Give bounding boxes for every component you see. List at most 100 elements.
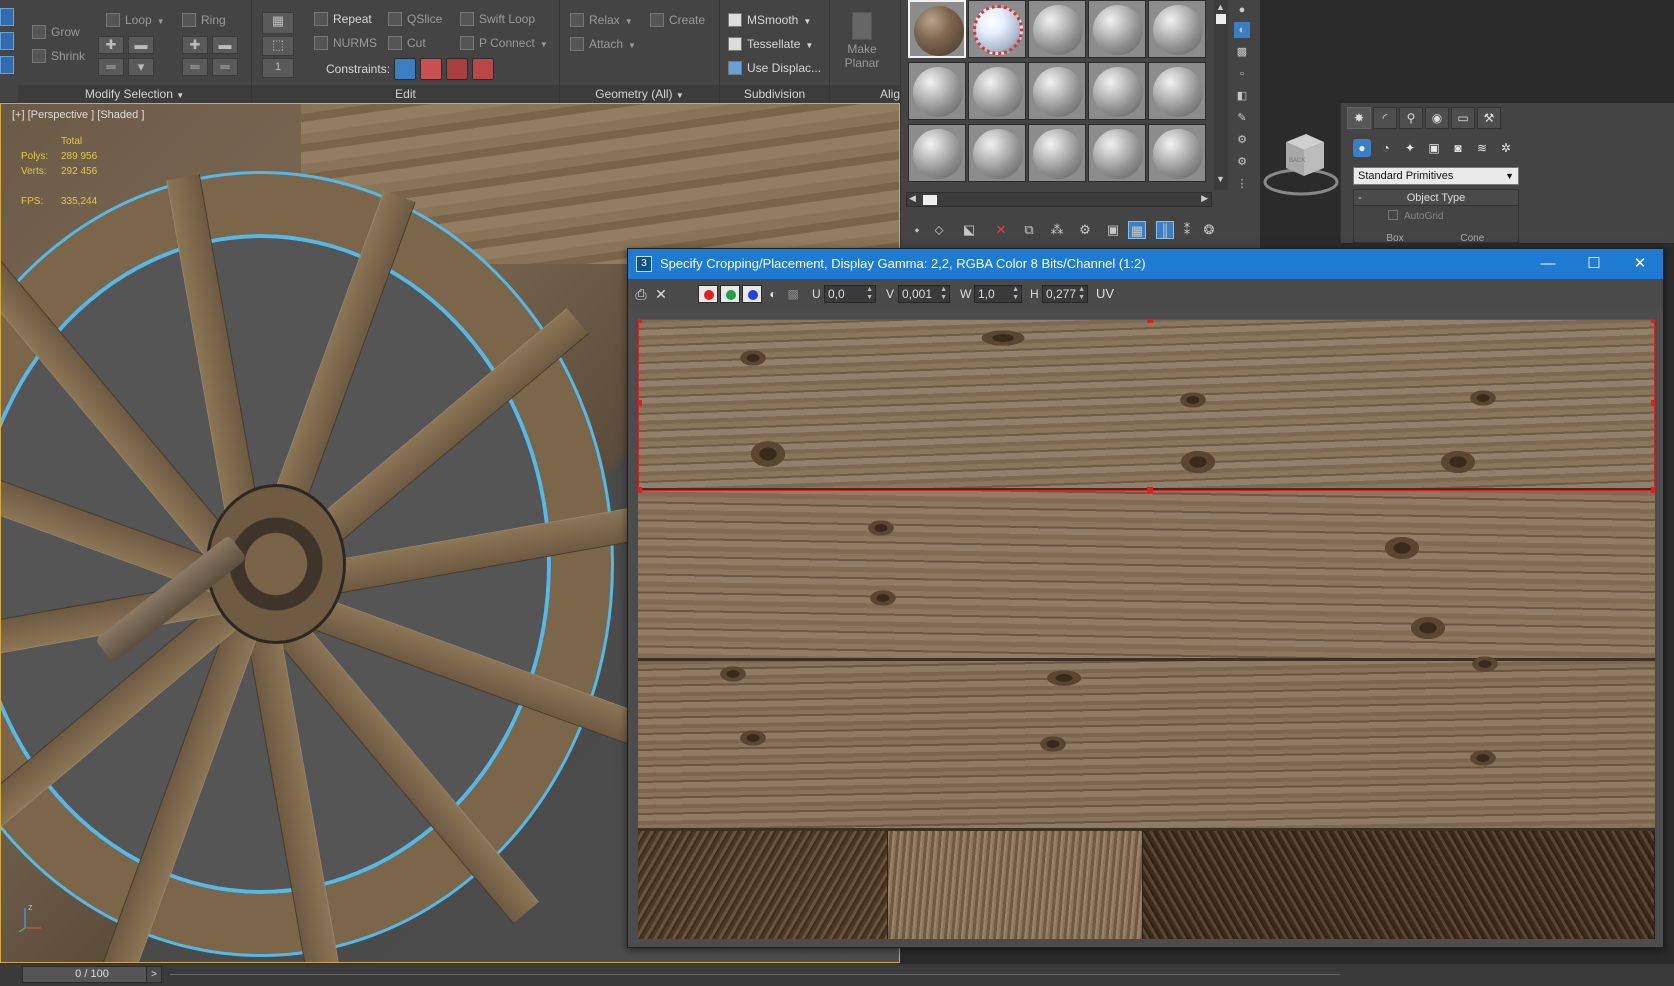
backlight-icon[interactable]: ◐ bbox=[1234, 22, 1250, 38]
slots-horizontal-scrollbar[interactable]: ◀ ▶ bbox=[906, 192, 1212, 207]
minimize-button[interactable]: — bbox=[1525, 249, 1571, 279]
chevron-down-icon[interactable]: ▼ bbox=[625, 17, 633, 26]
primitive-type-dropdown[interactable]: Standard Primitives ▼ bbox=[1353, 167, 1519, 185]
attach-button[interactable]: Attach ▼ bbox=[570, 34, 636, 54]
geometry-label[interactable]: Geometry (All) ▼ bbox=[560, 85, 719, 103]
ring-mode-button[interactable]: ═ bbox=[182, 58, 208, 76]
create-tab-icon[interactable]: ✸ bbox=[1347, 107, 1371, 129]
tessellate-button[interactable]: Tessellate ▼ bbox=[728, 34, 813, 54]
assign-material-icon[interactable]: ⬕ bbox=[960, 221, 978, 239]
show-end-result-icon[interactable]: ║ bbox=[1156, 221, 1174, 239]
scroll-up-icon[interactable]: ▲ bbox=[1216, 2, 1225, 12]
modify-tab-icon[interactable]: ◜ bbox=[1373, 107, 1397, 129]
edit-transform-button[interactable]: ⬚ bbox=[262, 36, 294, 56]
ring-shrink-button[interactable]: ▬ bbox=[212, 36, 238, 54]
sample-uv-tiling-icon[interactable]: ▫ bbox=[1234, 66, 1250, 82]
scroll-right-icon[interactable]: ▶ bbox=[1201, 193, 1208, 204]
p-connect-button[interactable]: P Connect ▼ bbox=[460, 33, 548, 53]
chevron-down-icon[interactable]: ▼ bbox=[157, 17, 165, 26]
repeat-button[interactable]: Repeat bbox=[314, 9, 372, 29]
copy-material-icon[interactable]: ⧉ bbox=[1020, 221, 1038, 239]
constraint-face-button[interactable] bbox=[446, 58, 468, 80]
autogrid-checkbox[interactable]: AutoGrid bbox=[1388, 210, 1518, 222]
chevron-down-icon[interactable]: ▼ bbox=[805, 41, 813, 50]
utilities-tab-icon[interactable]: ⚒ bbox=[1477, 107, 1501, 129]
green-channel-button[interactable] bbox=[720, 285, 740, 303]
motion-tab-icon[interactable]: ◉ bbox=[1425, 107, 1449, 129]
options-icon[interactable]: ⚙ bbox=[1234, 132, 1250, 148]
cut-button[interactable]: Cut bbox=[388, 33, 426, 53]
red-channel-button[interactable] bbox=[698, 285, 718, 303]
subdivision-label[interactable]: Subdivision bbox=[720, 85, 829, 103]
edit-label[interactable]: Edit bbox=[252, 85, 559, 103]
close-button[interactable]: ✕ bbox=[1617, 249, 1663, 279]
video-color-check-icon[interactable]: ◧ bbox=[1234, 88, 1250, 104]
cameras-icon[interactable]: ▣ bbox=[1425, 139, 1443, 157]
ring-options-button[interactable]: ═ bbox=[212, 58, 238, 76]
crop-handle[interactable] bbox=[638, 400, 642, 406]
crop-handle[interactable] bbox=[1651, 400, 1655, 406]
use-displace-button[interactable]: Use Displac... bbox=[728, 58, 821, 78]
crop-handle[interactable] bbox=[638, 487, 642, 493]
put-to-library-icon[interactable]: ⚙ bbox=[1076, 221, 1094, 239]
material-slot[interactable] bbox=[908, 62, 966, 120]
chevron-down-icon[interactable]: ▼ bbox=[803, 17, 811, 26]
space-warps-icon[interactable]: ≋ bbox=[1473, 139, 1491, 157]
sample-type-icon[interactable]: ● bbox=[1234, 2, 1250, 18]
shrink-button[interactable]: Shrink bbox=[32, 46, 85, 66]
h-spinner[interactable]: 0,277 ▲ ▼ bbox=[1042, 285, 1088, 303]
material-slot[interactable] bbox=[1088, 0, 1146, 58]
align-label[interactable]: Alig bbox=[830, 85, 900, 103]
save-image-icon[interactable]: ⎙ bbox=[632, 285, 650, 303]
chevron-down-icon[interactable]: ▼ bbox=[628, 41, 636, 50]
grow-button[interactable]: Grow bbox=[32, 22, 80, 42]
scroll-thumb[interactable] bbox=[1216, 14, 1226, 24]
scroll-left-icon[interactable]: ◀ bbox=[909, 193, 916, 204]
material-slot[interactable] bbox=[908, 124, 966, 182]
rotate-tool-icon[interactable] bbox=[0, 56, 14, 74]
scroll-thumb[interactable] bbox=[923, 195, 937, 205]
shapes-icon[interactable]: ◔ bbox=[1377, 139, 1395, 157]
create-button[interactable]: Create bbox=[650, 10, 705, 30]
loop-grow-button[interactable]: ✚ bbox=[98, 36, 124, 54]
w-spinner[interactable]: 1,0 ▲ ▼ bbox=[974, 285, 1022, 303]
helpers-icon[interactable]: ◙ bbox=[1449, 139, 1467, 157]
systems-icon[interactable]: ✲ bbox=[1497, 139, 1515, 157]
crop-handle[interactable] bbox=[1651, 487, 1655, 493]
material-slot[interactable] bbox=[968, 0, 1026, 58]
collapse-icon[interactable]: - bbox=[1358, 190, 1362, 206]
material-slot[interactable] bbox=[908, 0, 966, 58]
crop-handle[interactable] bbox=[638, 319, 642, 323]
reset-material-icon[interactable]: ✕ bbox=[992, 221, 1010, 239]
clear-icon[interactable]: ✕ bbox=[652, 285, 670, 303]
checkbox-icon[interactable] bbox=[1388, 210, 1398, 220]
make-preview-icon[interactable]: ✎ bbox=[1234, 110, 1250, 126]
material-slot[interactable] bbox=[1028, 124, 1086, 182]
blue-channel-button[interactable] bbox=[742, 285, 762, 303]
select-tool-icon[interactable] bbox=[0, 8, 14, 26]
constraint-none-button[interactable] bbox=[394, 58, 416, 80]
loop-shrink-button[interactable]: ▬ bbox=[128, 36, 154, 54]
go-to-parent-icon[interactable]: ⁑ bbox=[1178, 221, 1196, 239]
go-forward-sibling-icon[interactable]: ❂ bbox=[1200, 221, 1218, 239]
loop-button[interactable]: Loop ▼ bbox=[106, 10, 165, 30]
hierarchy-tab-icon[interactable]: ⚲ bbox=[1399, 107, 1423, 129]
msmooth-button[interactable]: MSmooth ▼ bbox=[728, 10, 811, 30]
spinner-arrows-icon[interactable]: ▲ ▼ bbox=[866, 286, 873, 302]
relax-button[interactable]: Relax ▼ bbox=[570, 10, 633, 30]
spinner-arrows-icon[interactable]: ▲ ▼ bbox=[1078, 286, 1085, 302]
loop-options-button[interactable]: ▾ bbox=[128, 58, 154, 76]
track-bar[interactable] bbox=[170, 974, 1340, 975]
material-slot[interactable] bbox=[968, 124, 1026, 182]
crop-handle[interactable] bbox=[1146, 319, 1153, 323]
next-frame-button[interactable]: > bbox=[146, 966, 162, 983]
material-navigator-icon[interactable]: ⋮ bbox=[1234, 176, 1250, 192]
display-tab-icon[interactable]: ▭ bbox=[1451, 107, 1475, 129]
material-slot[interactable] bbox=[1148, 62, 1206, 120]
uv-toggle[interactable]: UV bbox=[1096, 285, 1114, 303]
spinner-arrows-icon[interactable]: ▲ ▼ bbox=[940, 286, 947, 302]
edit-mode-button[interactable]: ▦ bbox=[262, 12, 294, 34]
material-slot[interactable] bbox=[1148, 124, 1206, 182]
texture-canvas[interactable] bbox=[638, 319, 1655, 939]
time-slider[interactable]: 0 / 100 bbox=[22, 966, 162, 983]
